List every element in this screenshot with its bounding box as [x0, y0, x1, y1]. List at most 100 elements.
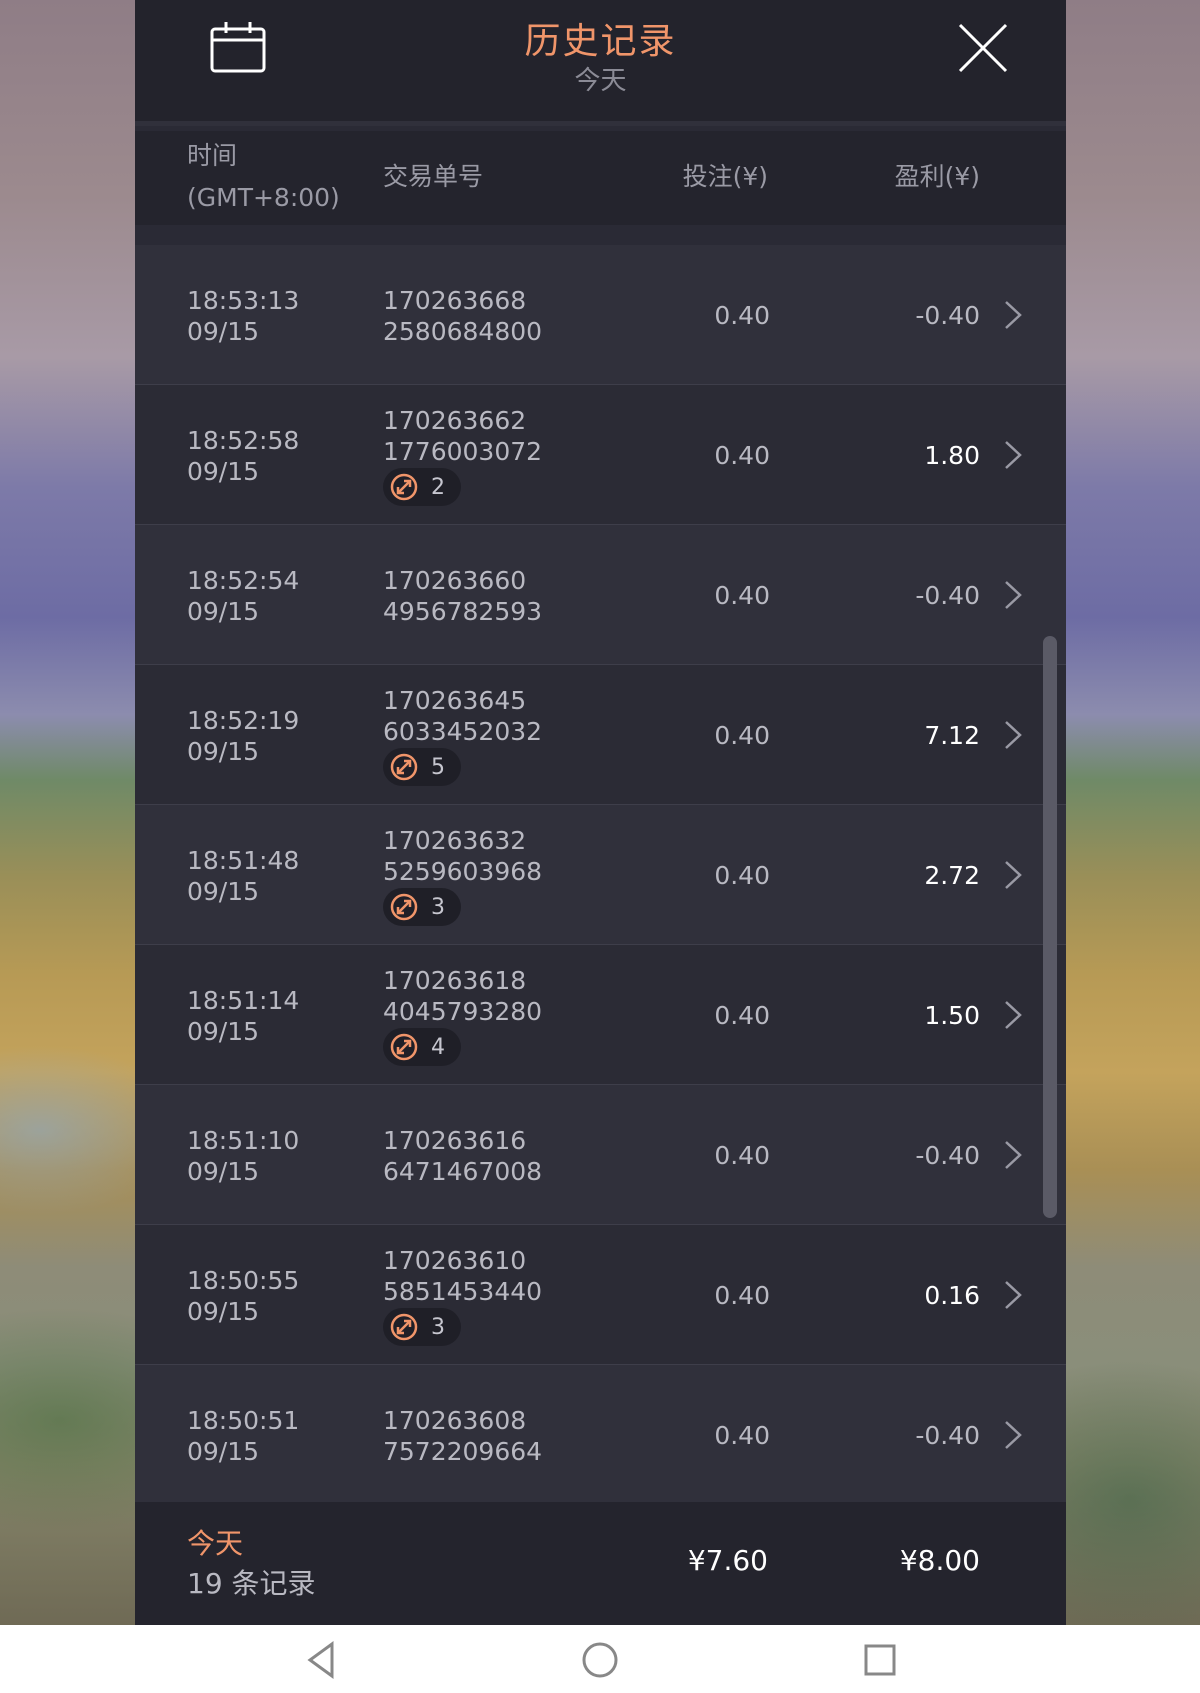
row-date-value: 09/15: [187, 597, 260, 626]
table-row[interactable]: 18:51:10 09/15 170263616 6471467008 0.40 -…: [135, 1085, 1066, 1225]
table-header: 时间 (GMT+8:00) 交易单号 投注(¥) 盈利(¥): [135, 131, 1066, 225]
summary-period: 今天: [187, 1527, 244, 1560]
row-order: 170263608 7572209664: [383, 1405, 542, 1467]
row-time-value: 18:51:48: [187, 846, 300, 875]
badge-count: 5: [431, 754, 445, 780]
row-order-part1: 170263668: [383, 286, 527, 315]
free-spin-badge: 2: [383, 468, 461, 506]
expand-arrows-icon: [390, 1313, 418, 1341]
row-profit: 1.50: [924, 1001, 980, 1030]
column-header-time: 时间 (GMT+8:00): [187, 135, 340, 219]
row-date-value: 09/15: [187, 737, 260, 766]
row-profit: -0.40: [915, 301, 980, 330]
row-profit: 1.80: [924, 441, 980, 470]
page-title: 历史记录: [524, 21, 677, 62]
table-row[interactable]: 18:52:19 09/15 170263645 6033452032 5 0.40…: [135, 665, 1066, 805]
chevron-right-icon[interactable]: [1003, 859, 1023, 891]
row-order-part2: 7572209664: [383, 1437, 543, 1466]
row-order: 170263618 4045793280: [383, 965, 542, 1027]
row-date-value: 09/15: [187, 317, 260, 346]
table-row[interactable]: 18:52:54 09/15 170263660 4956782593 0.40 -…: [135, 525, 1066, 665]
badge-count: 3: [431, 894, 445, 920]
chevron-right-icon[interactable]: [1003, 719, 1023, 751]
expand-arrows-icon: [390, 893, 418, 921]
row-profit: 0.16: [924, 1281, 980, 1310]
row-order-part2: 5259603968: [383, 857, 543, 886]
expand-arrows-icon: [390, 473, 418, 501]
table-row[interactable]: 18:53:13 09/15 170263668 2580684800 0.40 -…: [135, 245, 1066, 385]
row-time-value: 18:52:58: [187, 426, 300, 455]
row-time: 18:52:54 09/15: [187, 565, 299, 627]
record-count: 19 条记录: [187, 1567, 316, 1600]
system-nav-bar: [0, 1625, 1200, 1693]
table-row[interactable]: 18:50:55 09/15 170263610 5851453440 3 0.40…: [135, 1225, 1066, 1365]
row-time: 18:51:48 09/15: [187, 845, 299, 907]
back-icon[interactable]: [300, 1639, 342, 1681]
column-header-order: 交易单号: [383, 162, 484, 191]
row-time-value: 18:50:51: [187, 1406, 300, 1435]
row-profit: 2.72: [924, 861, 980, 890]
row-order-part2: 4956782593: [383, 597, 543, 626]
free-spin-badge: 3: [383, 1308, 461, 1346]
scrollbar[interactable]: [1043, 636, 1057, 1218]
row-time: 18:52:58 09/15: [187, 425, 299, 487]
close-icon[interactable]: [957, 22, 1009, 74]
chevron-right-icon[interactable]: [1003, 579, 1023, 611]
row-bet: 0.40: [714, 301, 770, 330]
row-order: 170263660 4956782593: [383, 565, 542, 627]
column-header-time-label: 时间: [187, 141, 238, 170]
chevron-right-icon[interactable]: [1003, 299, 1023, 331]
row-order: 170263645 6033452032: [383, 685, 542, 747]
row-profit: -0.40: [915, 581, 980, 610]
row-bet: 0.40: [714, 1001, 770, 1030]
row-order-part1: 170263632: [383, 826, 527, 855]
row-order-part1: 170263610: [383, 1246, 527, 1275]
expand-arrows-icon: [390, 753, 418, 781]
row-bet: 0.40: [714, 721, 770, 750]
summary-footer: 今天 19 条记录 ¥7.60 ¥8.00: [135, 1502, 1066, 1625]
row-profit: -0.40: [915, 1141, 980, 1170]
row-date-value: 09/15: [187, 877, 260, 906]
home-icon[interactable]: [579, 1639, 621, 1681]
row-time: 18:51:14 09/15: [187, 985, 299, 1047]
row-bet: 0.40: [714, 1281, 770, 1310]
badge-count: 3: [431, 1314, 445, 1340]
row-order-part2: 6471467008: [383, 1157, 543, 1186]
badge-count: 4: [431, 1034, 445, 1060]
table-row[interactable]: 18:50:51 09/15 170263608 7572209664 0.40 -…: [135, 1365, 1066, 1505]
row-bet: 0.40: [714, 581, 770, 610]
row-order-part1: 170263616: [383, 1126, 527, 1155]
row-order: 170263662 1776003072: [383, 405, 542, 467]
row-time-value: 18:50:55: [187, 1266, 300, 1295]
row-order-part1: 170263618: [383, 966, 527, 995]
free-spin-badge: 4: [383, 1028, 461, 1066]
row-bet: 0.40: [714, 441, 770, 470]
row-bet: 0.40: [714, 1421, 770, 1450]
row-order-part1: 170263662: [383, 406, 527, 435]
row-profit: 7.12: [924, 721, 980, 750]
chevron-right-icon[interactable]: [1003, 1279, 1023, 1311]
row-order-part1: 170263660: [383, 566, 527, 595]
chevron-right-icon[interactable]: [1003, 1419, 1023, 1451]
recents-icon[interactable]: [859, 1639, 901, 1681]
expand-arrows-icon: [390, 1033, 418, 1061]
total-bet: ¥7.60: [687, 1544, 768, 1577]
row-time: 18:53:13 09/15: [187, 285, 299, 347]
row-date-value: 09/15: [187, 1017, 260, 1046]
table-row[interactable]: 18:51:48 09/15 170263632 5259603968 3 0.40…: [135, 805, 1066, 945]
chevron-right-icon[interactable]: [1003, 1139, 1023, 1171]
row-time: 18:51:10 09/15: [187, 1125, 299, 1187]
chevron-right-icon[interactable]: [1003, 999, 1023, 1031]
badge-count: 2: [431, 474, 445, 500]
row-date-value: 09/15: [187, 1297, 260, 1326]
row-order: 170263610 5851453440: [383, 1245, 542, 1307]
chevron-right-icon[interactable]: [1003, 439, 1023, 471]
history-list: 18:53:13 09/15 170263668 2580684800 0.40 -…: [135, 245, 1066, 1505]
row-time: 18:50:55 09/15: [187, 1265, 299, 1327]
table-row[interactable]: 18:51:14 09/15 170263618 4045793280 4 0.40…: [135, 945, 1066, 1085]
row-time-value: 18:52:19: [187, 706, 300, 735]
row-bet: 0.40: [714, 861, 770, 890]
table-row[interactable]: 18:52:58 09/15 170263662 1776003072 2 0.40…: [135, 385, 1066, 525]
total-profit: ¥8.00: [899, 1544, 980, 1577]
row-bet: 0.40: [714, 1141, 770, 1170]
